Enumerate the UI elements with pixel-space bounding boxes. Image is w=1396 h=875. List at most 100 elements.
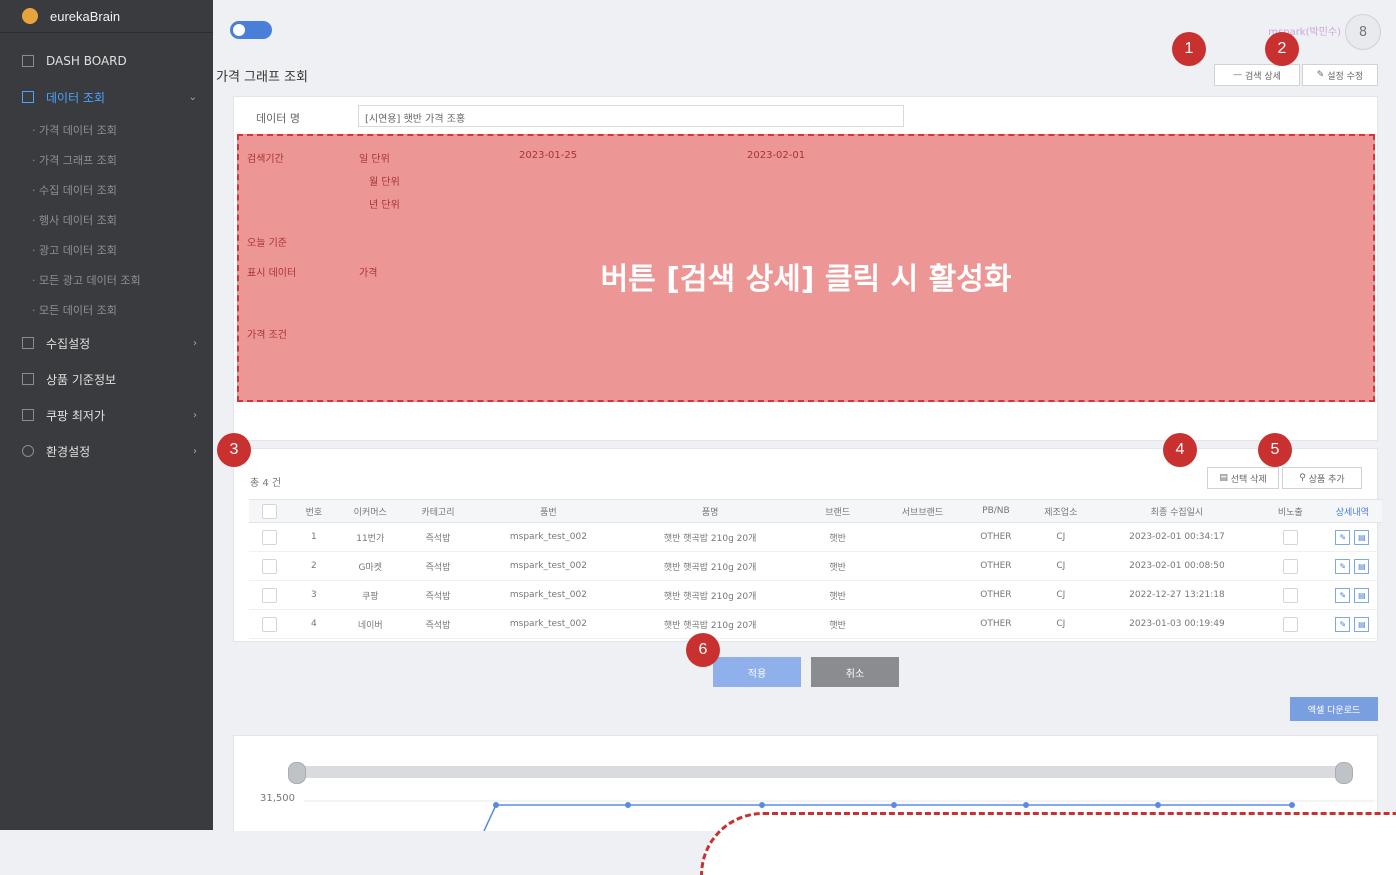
cell-code: mspark_test_002 <box>473 551 624 581</box>
marker-1: 1 <box>1172 32 1206 66</box>
cell-maker: CJ <box>1025 551 1097 581</box>
cell-code: mspark_test_002 <box>473 609 624 639</box>
marker-3: 3 <box>217 433 251 467</box>
apply-button[interactable]: 적용 <box>713 657 801 687</box>
list-panel: 총 4 건 ▤ 선택 삭제 ⚲ 상품 추가 번호 이커머스 카테고리 품번 품명… <box>233 448 1382 642</box>
add-product-button[interactable]: ⚲ 상품 추가 <box>1282 467 1362 489</box>
row-checkbox[interactable] <box>261 616 277 632</box>
sidebar-subitem-all-data[interactable]: · 모든 데이터 조회 <box>32 295 213 325</box>
excel-download-button[interactable]: 엑셀 다운로드 <box>1290 697 1378 721</box>
cell-code: mspark_test_002 <box>473 522 624 552</box>
row-checkbox[interactable] <box>261 529 277 545</box>
pencil-icon: ✎ <box>1316 70 1328 80</box>
edit-settings-button[interactable]: ✎ 설정 수정 <box>1302 64 1378 86</box>
edit-icon[interactable]: ✎ <box>1335 558 1351 574</box>
sidebar-item-label: 환경설정 <box>46 444 91 459</box>
cancel-button[interactable]: 취소 <box>811 657 899 687</box>
cell-maker: CJ <box>1025 609 1097 639</box>
marker-6: 6 <box>686 633 720 667</box>
trash-icon[interactable]: ▤ <box>1354 558 1370 574</box>
column-header: 품번 <box>473 499 624 523</box>
table-header-row: 번호 이커머스 카테고리 품번 품명 브랜드 서브브랜드 PB/NB 제조업소 … <box>249 499 1382 523</box>
sidebar-item-env-settings[interactable]: 환경설정 › <box>0 433 213 469</box>
column-header: 서브브랜드 <box>878 499 967 523</box>
trash-icon[interactable]: ▤ <box>1354 529 1370 545</box>
brand[interactable]: eurekaBrain <box>0 0 213 33</box>
select-all-cell <box>249 499 290 523</box>
annotation-arc <box>700 812 1396 875</box>
table-row: 4 네이버 즉석밥 mspark_test_002 햇반 햇곡밥 210g 20… <box>249 609 1382 639</box>
list-icon <box>22 409 34 421</box>
cell-name: 햇반 햇곡밥 210g 20개 <box>623 580 797 610</box>
sidebar-item-label: 상품 기준정보 <box>46 372 117 387</box>
select-all-checkbox[interactable] <box>261 503 277 519</box>
cell-mall: 쿠팡 <box>337 580 403 610</box>
row-checkbox[interactable] <box>261 587 277 603</box>
cell-maker: CJ <box>1025 580 1097 610</box>
trash-icon[interactable]: ▤ <box>1354 616 1370 632</box>
add-product-label: 상품 추가 <box>1308 474 1345 485</box>
sidebar-subitem-price-data[interactable]: · 가격 데이터 조회 <box>32 115 213 145</box>
hide-checkbox[interactable] <box>1282 558 1298 574</box>
sidebar-subitem-collect-data[interactable]: · 수집 데이터 조회 <box>32 175 213 205</box>
range-slider-end-handle[interactable] <box>1335 762 1353 784</box>
edit-icon[interactable]: ✎ <box>1335 616 1351 632</box>
cell-date: 2023-01-03 00:19:49 <box>1096 609 1258 639</box>
sidebar-subitem-price-graph[interactable]: · 가격 그래프 조회 <box>32 145 213 175</box>
page-title: 가격 그래프 조회 <box>216 70 308 85</box>
hide-checkbox[interactable] <box>1282 587 1298 603</box>
cell-date: 2023-02-01 00:08:50 <box>1096 551 1258 581</box>
edit-icon[interactable]: ✎ <box>1335 587 1351 603</box>
edit-icon[interactable]: ✎ <box>1335 529 1351 545</box>
delete-selected-button[interactable]: ▤ 선택 삭제 <box>1207 467 1279 489</box>
trash-icon[interactable]: ▤ <box>1354 587 1370 603</box>
settings-list-icon <box>22 337 34 349</box>
column-header: 카테고리 <box>402 499 474 523</box>
cell-pbnb: OTHER <box>966 522 1026 552</box>
brand-name: eurekaBrain <box>50 8 121 24</box>
search-detail-overlay: 검색기간 일 단위 2023-01-25 2023-02-01 월 단위 년 단… <box>237 134 1375 402</box>
user-menu-button[interactable]: 8 <box>1345 14 1381 50</box>
search-detail-button[interactable]: — 검색 상세 <box>1214 64 1300 86</box>
data-name-label: 데이터 명 <box>256 112 300 125</box>
month-unit-radio[interactable]: 월 단위 <box>369 173 400 188</box>
data-name-input[interactable]: [시연용] 햇반 가격 조홍 <box>358 105 904 127</box>
chevron-down-icon: ⌄ <box>188 91 197 103</box>
sidebar-item-data-query[interactable]: 데이터 조회 ⌄ <box>0 79 213 115</box>
sidebar-item-coupang-lowest[interactable]: 쿠팡 최저가 › <box>0 397 213 433</box>
row-checkbox[interactable] <box>261 558 277 574</box>
cell-subbrand <box>878 551 967 581</box>
range-slider-track[interactable] <box>296 766 1347 778</box>
minus-icon: — <box>1233 70 1245 80</box>
year-unit-radio[interactable]: 년 단위 <box>369 196 400 211</box>
sidebar-subitem-event-data[interactable]: · 행사 데이터 조회 <box>32 205 213 235</box>
sidebar-subitem-all-ad-data[interactable]: · 모든 광고 데이터 조회 <box>32 265 213 295</box>
table-row: 1 11번가 즉석밥 mspark_test_002 햇반 햇곡밥 210g 2… <box>249 522 1382 552</box>
chevron-right-icon: › <box>193 445 197 457</box>
cell-date: 2022-12-27 13:21:18 <box>1096 580 1258 610</box>
sidebar-item-dashboard[interactable]: DASH BOARD <box>0 43 213 79</box>
hide-checkbox[interactable] <box>1282 616 1298 632</box>
hide-checkbox[interactable] <box>1282 529 1298 545</box>
cell-brand: 햇반 <box>796 551 879 581</box>
marker-2: 2 <box>1265 32 1299 66</box>
cell-brand: 햇반 <box>796 609 879 639</box>
date-from-field[interactable]: 2023-01-25 <box>519 150 577 161</box>
range-slider-start-handle[interactable] <box>288 762 306 784</box>
sidebar-subitem-ad-data[interactable]: · 광고 데이터 조회 <box>32 235 213 265</box>
day-unit-radio[interactable]: 일 단위 <box>359 150 390 165</box>
cell-pbnb: OTHER <box>966 551 1026 581</box>
cell-mall: G마켓 <box>337 551 403 581</box>
cell-pbnb: OTHER <box>966 580 1026 610</box>
theme-toggle[interactable] <box>230 21 272 39</box>
product-icon <box>22 373 34 385</box>
sidebar-item-product-info[interactable]: 상품 기준정보 <box>0 361 213 397</box>
date-to-field[interactable]: 2023-02-01 <box>747 150 805 161</box>
lock-icon: 8 <box>1358 24 1368 40</box>
cell-category: 즉석밥 <box>402 609 474 639</box>
cell-name: 햇반 햇곡밥 210g 20개 <box>623 551 797 581</box>
sidebar-item-collect-settings[interactable]: 수집설정 › <box>0 325 213 361</box>
table-row: 3 쿠팡 즉석밥 mspark_test_002 햇반 햇곡밥 210g 20개… <box>249 580 1382 610</box>
search-detail-label: 검색 상세 <box>1244 71 1281 82</box>
column-header: 비노출 <box>1257 499 1323 523</box>
